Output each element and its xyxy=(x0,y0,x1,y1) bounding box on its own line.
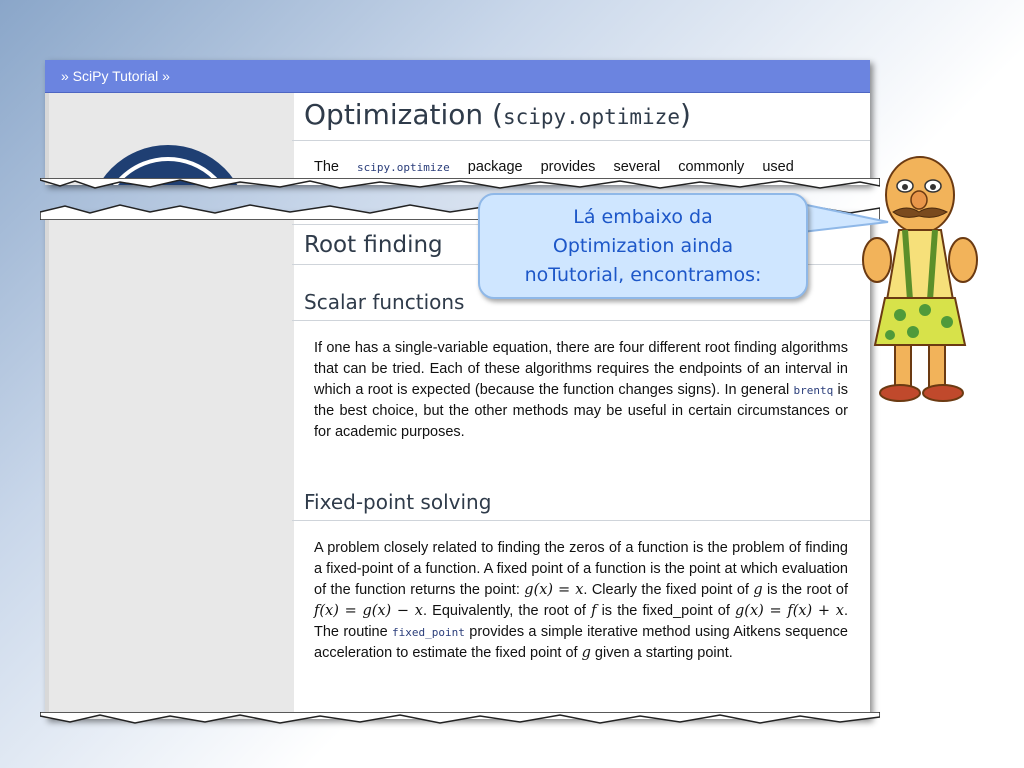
torn-edge xyxy=(40,712,880,724)
divider xyxy=(292,140,870,141)
fixed-point-link[interactable]: fixed_point xyxy=(392,626,465,639)
scipy-optimize-link[interactable]: scipy.optimize xyxy=(357,161,450,174)
sidebar xyxy=(45,212,294,719)
optimization-clipping: » SciPy Tutorial » Optimization (scipy.o… xyxy=(45,60,870,185)
fixed-point-heading: Fixed-point solving xyxy=(304,490,492,514)
brentq-link[interactable]: brentq xyxy=(793,384,833,397)
scalar-functions-paragraph: If one has a single-variable equation, t… xyxy=(314,340,848,440)
intro-paragraph: The scipy.optimize package provides seve… xyxy=(314,159,794,175)
scipy-logo-icon xyxy=(98,145,238,185)
main-content: Optimization (scipy.optimize) The scipy.… xyxy=(292,60,870,185)
divider xyxy=(292,320,870,321)
scalar-functions-heading: Scalar functions xyxy=(304,290,465,314)
speech-line-3: noTutorial, encontramos: xyxy=(524,264,762,286)
fixed-point-paragraph: A problem closely related to finding the… xyxy=(314,540,849,661)
slide-background: { "top_clip": { "nav_label": "» SciPy Tu… xyxy=(0,0,1024,768)
breadcrumb-link[interactable]: » SciPy Tutorial » xyxy=(61,68,170,84)
root-finding-heading: Root finding xyxy=(304,232,443,258)
page-title: Optimization (scipy.optimize) xyxy=(304,98,691,131)
cartoon-mascot-icon xyxy=(862,156,978,402)
divider xyxy=(292,520,870,521)
speech-line-1: Lá embaixo da xyxy=(573,206,713,228)
speech-line-2: Optimization ainda xyxy=(552,235,734,257)
speech-bubble: Lá embaixo da Optimization ainda noTutor… xyxy=(478,193,808,299)
